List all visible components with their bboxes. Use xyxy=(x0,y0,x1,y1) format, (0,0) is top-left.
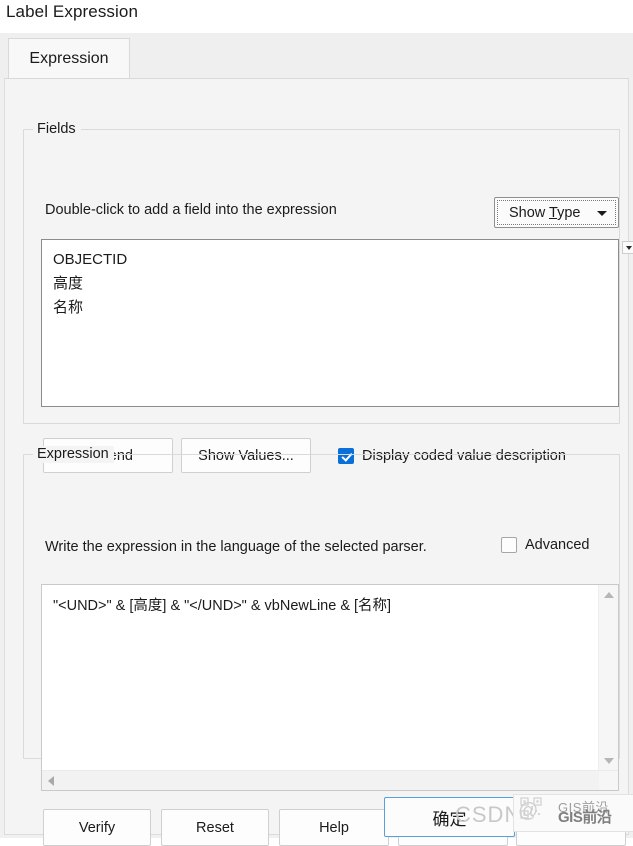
scrollbar-corner xyxy=(599,771,618,790)
tab-expression[interactable]: Expression xyxy=(8,38,130,79)
scroll-up-icon[interactable] xyxy=(603,592,614,598)
field-list[interactable]: OBJECTID 高度 名称 xyxy=(41,239,619,407)
show-type-button[interactable]: Show Type xyxy=(494,197,619,228)
advanced-label: Advanced xyxy=(525,537,590,553)
expression-group-legend: Expression xyxy=(33,446,114,463)
field-list-scroll-down-icon[interactable] xyxy=(622,241,633,254)
show-type-label: Show Type xyxy=(509,204,581,221)
tab-expression-label: Expression xyxy=(29,50,109,67)
scroll-down-icon[interactable] xyxy=(603,758,614,764)
expression-vertical-scrollbar[interactable] xyxy=(598,585,618,771)
help-button[interactable]: Help xyxy=(279,809,389,846)
expression-text[interactable]: "<UND>" & [高度] & "</UND>" & vbNewLine & … xyxy=(53,596,594,616)
expression-hint-label: Write the expression in the language of … xyxy=(45,539,427,555)
ok-button-label: 确定 xyxy=(432,809,467,829)
ok-button[interactable]: 确定 xyxy=(384,797,515,837)
save-button[interactable]: Save... xyxy=(516,809,626,846)
verify-button-label: Verify xyxy=(78,819,116,836)
help-button-label: Help xyxy=(319,819,349,836)
chevron-down-icon xyxy=(597,210,607,216)
checkbox-unchecked-icon[interactable] xyxy=(501,537,517,553)
reset-button-label: Reset xyxy=(196,819,234,836)
save-button-label: Save... xyxy=(548,819,594,836)
list-item[interactable]: OBJECTID xyxy=(50,248,618,272)
reset-button[interactable]: Reset xyxy=(161,809,269,846)
tab-panel: Expression Fields Double-click to add a … xyxy=(0,33,633,846)
fields-group-legend: Fields xyxy=(33,121,81,138)
scroll-left-icon[interactable] xyxy=(48,775,54,786)
advanced-checkbox[interactable]: Advanced xyxy=(501,537,590,553)
page-title: Label Expression xyxy=(6,2,139,21)
expression-input[interactable]: "<UND>" & [高度] & "</UND>" & vbNewLine & … xyxy=(41,584,619,791)
list-item[interactable]: 名称 xyxy=(50,296,618,320)
fields-hint-label: Double-click to add a field into the exp… xyxy=(45,202,337,218)
list-item[interactable]: 高度 xyxy=(50,272,618,296)
expression-horizontal-scrollbar[interactable] xyxy=(42,770,618,790)
verify-button[interactable]: Verify xyxy=(43,809,151,846)
tab-bar: Expression xyxy=(0,33,633,79)
tab-content: Fields Double-click to add a field into … xyxy=(4,78,633,846)
